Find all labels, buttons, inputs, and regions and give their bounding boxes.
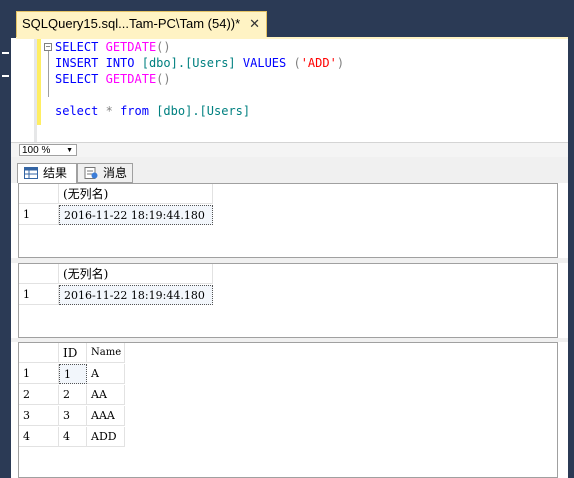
column-header: (无列名) (59, 264, 213, 284)
dock-marker (2, 52, 9, 54)
left-dock-strip (0, 0, 11, 478)
fold-guide (48, 51, 49, 97)
document-tab-bar: SQLQuery15.sql...Tam-PC\Tam (54))* ✕ (11, 0, 568, 38)
row-number: 1 (19, 205, 59, 225)
result-grid-1[interactable]: (无列名) 1 2016-11-22 18:19:44.180 (18, 183, 558, 258)
row-number: 2 (19, 385, 59, 405)
cell-id[interactable]: 1 (59, 364, 87, 384)
tab-results[interactable]: 结果 (17, 163, 77, 183)
result-tabs: 结果 消息 (11, 157, 568, 183)
cell-name[interactable]: AA (87, 385, 125, 405)
code-line-3: SELECT GETDATE() (55, 72, 171, 86)
row-number: 3 (19, 406, 59, 426)
zoom-bar: 100 % ▼ (11, 142, 568, 157)
cell-name[interactable]: ADD (87, 427, 125, 447)
collapse-icon[interactable]: − (44, 43, 52, 51)
cell-id[interactable]: 3 (59, 406, 87, 426)
query-tab-title: SQLQuery15.sql...Tam-PC\Tam (54))* (22, 16, 241, 31)
cell-name[interactable]: AAA (87, 406, 125, 426)
cell-value[interactable]: 2016-11-22 18:19:44.180 (59, 285, 213, 305)
tab-messages[interactable]: 消息 (77, 163, 133, 183)
code-line-1: SELECT GETDATE() (55, 40, 171, 54)
dock-marker (2, 75, 9, 77)
code-line-5: select * from [dbo].[Users] (55, 104, 251, 118)
query-editor[interactable]: − SELECT GETDATE() INSERT INTO [dbo].[Us… (11, 39, 568, 142)
grid-icon (24, 167, 38, 179)
row-header-corner (19, 343, 59, 363)
query-tab[interactable]: SQLQuery15.sql...Tam-PC\Tam (54))* ✕ (16, 11, 267, 37)
result-grid-2[interactable]: (无列名) 1 2016-11-22 18:19:44.180 (18, 263, 558, 338)
row-number: 1 (19, 364, 59, 384)
zoom-dropdown[interactable]: 100 % ▼ (19, 144, 77, 156)
code-line-2: INSERT INTO [dbo].[Users] VALUES ('ADD') (55, 56, 345, 70)
cell-value[interactable]: 2016-11-22 18:19:44.180 (59, 205, 213, 225)
column-header-id: ID (59, 343, 87, 363)
cell-id[interactable]: 4 (59, 427, 87, 447)
change-tracking-bar (37, 39, 41, 125)
cell-name[interactable]: A (87, 364, 125, 384)
zoom-value: 100 % (22, 145, 51, 156)
row-header-corner (19, 264, 59, 284)
column-header: (无列名) (59, 184, 213, 204)
cell-id[interactable]: 2 (59, 385, 87, 405)
right-dock-strip (568, 0, 574, 478)
result-grid-3[interactable]: ID Name 1 1 A 2 2 AA 3 3 AAA 4 4 ADD (18, 342, 558, 478)
tab-results-label: 结果 (43, 166, 68, 180)
tab-messages-label: 消息 (103, 166, 128, 180)
message-icon (84, 167, 98, 179)
row-header-corner (19, 184, 59, 204)
column-header-name: Name (87, 343, 125, 363)
chevron-down-icon: ▼ (66, 147, 73, 154)
close-icon[interactable]: ✕ (249, 12, 260, 36)
row-number: 4 (19, 427, 59, 447)
row-number: 1 (19, 285, 59, 305)
